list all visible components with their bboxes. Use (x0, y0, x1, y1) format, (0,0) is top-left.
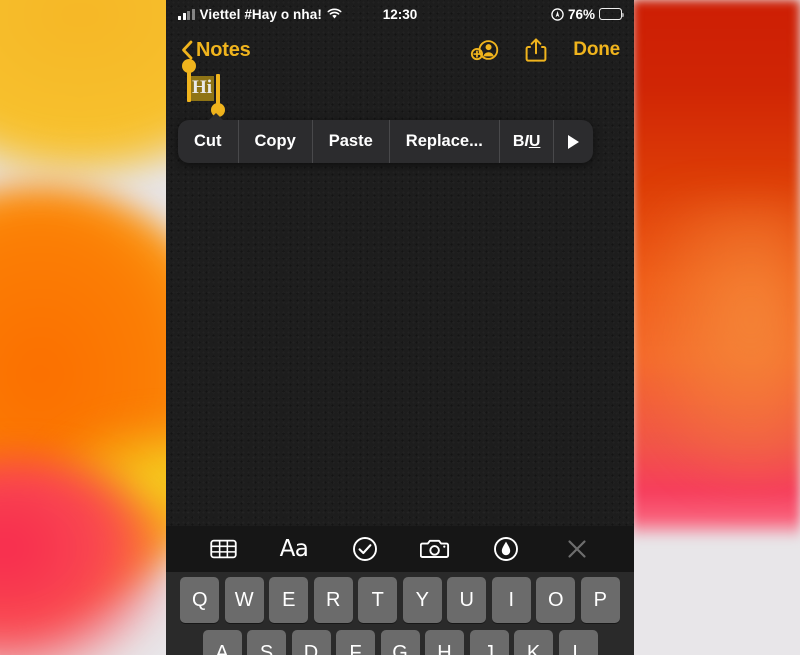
screenshot-root: Viettel #Hay o nha! 12:30 76% Notes Done… (0, 0, 800, 655)
add-person-icon[interactable] (470, 38, 499, 62)
status-bar: Viettel #Hay o nha! 12:30 76% (166, 0, 634, 28)
context-menu-item-copy[interactable]: Copy (239, 120, 313, 163)
back-button[interactable]: Notes (180, 39, 251, 62)
table-icon[interactable] (203, 529, 243, 569)
share-icon[interactable] (525, 37, 547, 63)
done-button[interactable]: Done (573, 39, 620, 61)
selection-handle-start[interactable] (187, 72, 191, 102)
selected-text[interactable]: Hi (190, 76, 215, 101)
markup-pen-icon[interactable] (486, 529, 526, 569)
format-aa-icon[interactable]: Aa (274, 529, 314, 569)
bold-label: B (512, 132, 525, 150)
context-menu-item-cut[interactable]: Cut (178, 120, 239, 163)
key-h[interactable]: H (425, 630, 464, 655)
key-o[interactable]: O (536, 577, 576, 623)
navigation-bar: Notes Done (166, 28, 634, 72)
key-f[interactable]: F (336, 630, 375, 655)
phone-screen: Viettel #Hay o nha! 12:30 76% Notes Done… (166, 0, 634, 655)
close-icon[interactable] (557, 529, 597, 569)
context-menu-item-replace[interactable]: Replace... (390, 120, 500, 163)
context-menu-more-button[interactable] (554, 120, 593, 163)
chevron-left-icon (180, 39, 194, 61)
note-format-toolbar: Aa (166, 526, 634, 572)
keyboard-row-1: Q W E R T Y U I O P (166, 577, 634, 623)
key-y[interactable]: Y (402, 577, 442, 623)
key-a[interactable]: A (202, 630, 242, 655)
key-d[interactable]: D (291, 630, 331, 655)
selection-handle-end[interactable] (216, 74, 221, 104)
signal-bars-icon (178, 8, 195, 20)
key-i[interactable]: I (491, 577, 531, 623)
context-menu-item-paste[interactable]: Paste (313, 120, 390, 163)
key-r[interactable]: R (313, 577, 353, 623)
key-q[interactable]: Q (180, 577, 220, 623)
key-w[interactable]: W (224, 577, 264, 623)
triangle-right-icon (568, 134, 580, 149)
battery-icon (599, 8, 625, 20)
context-menu-item-text-style[interactable]: BIU (500, 120, 555, 163)
on-screen-keyboard: Q W E R T Y U I O P A S D F G H J K L (166, 572, 634, 655)
key-j[interactable]: J (469, 630, 509, 655)
back-button-label: Notes (196, 38, 251, 61)
key-s[interactable]: S (247, 630, 286, 655)
location-arrow-icon (551, 7, 564, 21)
battery-percent-label: 76% (567, 6, 595, 22)
checklist-icon[interactable] (345, 529, 385, 569)
key-l[interactable]: L (558, 630, 598, 655)
keyboard-row-2: A S D F G H J K L (166, 630, 634, 655)
camera-icon[interactable] (415, 529, 455, 569)
carrier-label: Viettel #Hay o nha! (199, 6, 322, 22)
text-selection[interactable]: Hi (187, 72, 221, 104)
wallpaper-glow-right (628, 200, 800, 500)
key-e[interactable]: E (269, 577, 309, 623)
key-p[interactable]: P (580, 577, 620, 623)
key-t[interactable]: T (358, 577, 398, 623)
key-u[interactable]: U (447, 577, 487, 623)
context-menu-caret (208, 113, 224, 121)
key-k[interactable]: K (514, 630, 553, 655)
key-g[interactable]: G (380, 630, 420, 655)
underline-label: U (528, 132, 541, 150)
text-context-menu: Cut Copy Paste Replace... BIU (178, 113, 594, 163)
wifi-icon (327, 8, 342, 20)
